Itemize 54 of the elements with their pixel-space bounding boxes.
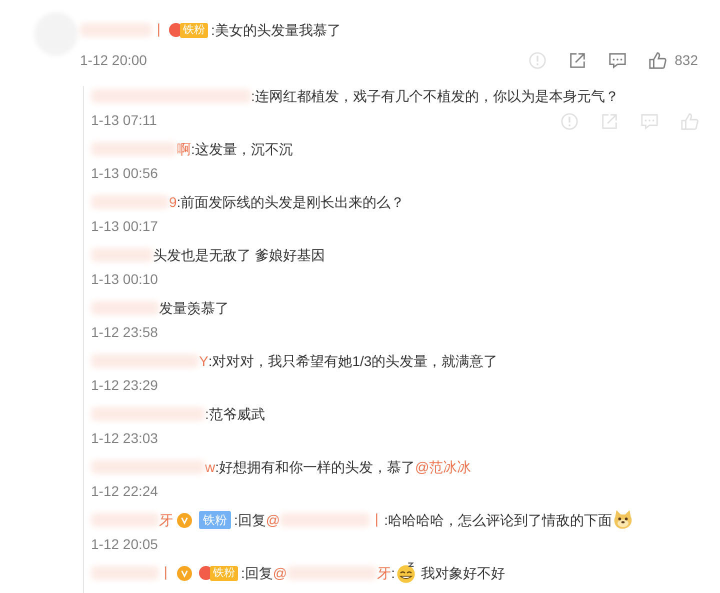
comment-text: :回复	[241, 564, 273, 582]
fan-badge: 铁粉	[210, 566, 238, 580]
mention-link[interactable]: @范冰冰	[415, 456, 472, 478]
user-name[interactable]: 丨	[159, 562, 173, 584]
user-name[interactable]: 丨	[152, 20, 166, 40]
timestamp: 1-13 00:56	[91, 164, 158, 183]
user-name[interactable]: 啊	[177, 138, 191, 160]
timestamp: 1-13 07:11	[91, 111, 157, 130]
fan-badge: 铁粉	[180, 22, 208, 38]
blurred-name	[91, 248, 153, 262]
timestamp: 1-12 23:03	[91, 429, 158, 448]
user-name[interactable]: 9	[169, 192, 177, 212]
comment-text: :这发量，沉不沉	[191, 140, 293, 158]
comment-text: :美女的头发量我慕了	[211, 20, 341, 40]
comment-text: :	[391, 564, 395, 582]
mention-link[interactable]: @	[266, 510, 280, 530]
share-icon[interactable]	[568, 51, 587, 70]
verified-icon	[177, 512, 192, 528]
like-count: 832	[674, 51, 698, 70]
comment-text: :对对对，我只希望有她1/3的头发量，就满意了	[208, 352, 498, 370]
mention-link[interactable]: 丨	[370, 510, 384, 530]
comment-icon[interactable]	[608, 51, 627, 70]
comment-text: 我对象好不好	[420, 564, 505, 582]
comment-text: :范爷威武	[205, 404, 265, 424]
user-name[interactable]: 牙	[159, 510, 173, 530]
smiley-icon	[395, 562, 417, 584]
timestamp: 1-12 22:24	[91, 482, 158, 501]
comment-text: :前面发际线的头发是刚长出来的么？	[176, 192, 405, 212]
blurred-name	[80, 23, 152, 37]
dog-face-icon	[612, 509, 634, 531]
timestamp: 1-13 00:10	[91, 270, 158, 289]
timestamp: 1-12 23:58	[91, 323, 158, 342]
timestamp: 1-12 20:00	[80, 51, 147, 70]
comment-text: 发量羡慕了	[159, 298, 229, 318]
fan-badge: 铁粉	[199, 511, 231, 529]
mention-link[interactable]: @	[272, 562, 288, 584]
report-icon[interactable]	[528, 51, 547, 70]
mention-link[interactable]: 牙	[377, 562, 392, 584]
comment-text: :连网红都植发，戏子有几个不植发的，你以为是本身元气？	[251, 86, 619, 106]
blurred-name	[91, 301, 159, 315]
timestamp: 1-12 23:29	[91, 376, 158, 395]
timestamp: 1-12 20:05	[91, 535, 158, 554]
comment-text: 头发也是无敌了 爹娘好基因	[153, 246, 325, 264]
report-icon[interactable]	[560, 112, 579, 131]
blurred-name	[91, 566, 159, 580]
user-name[interactable]: w	[205, 456, 216, 478]
user-name[interactable]: Y	[199, 350, 208, 372]
timestamp: 1-13 00:17	[91, 217, 158, 236]
blurred-name	[91, 513, 159, 527]
comment-text: :好想拥有和你一样的头发，慕了	[215, 458, 416, 476]
verified-icon	[177, 566, 192, 580]
like-icon[interactable]	[648, 51, 667, 70]
comment-text: :哈哈哈哈，怎么评论到了情敌的下面	[384, 510, 612, 530]
comment-text: :回复	[234, 510, 266, 530]
